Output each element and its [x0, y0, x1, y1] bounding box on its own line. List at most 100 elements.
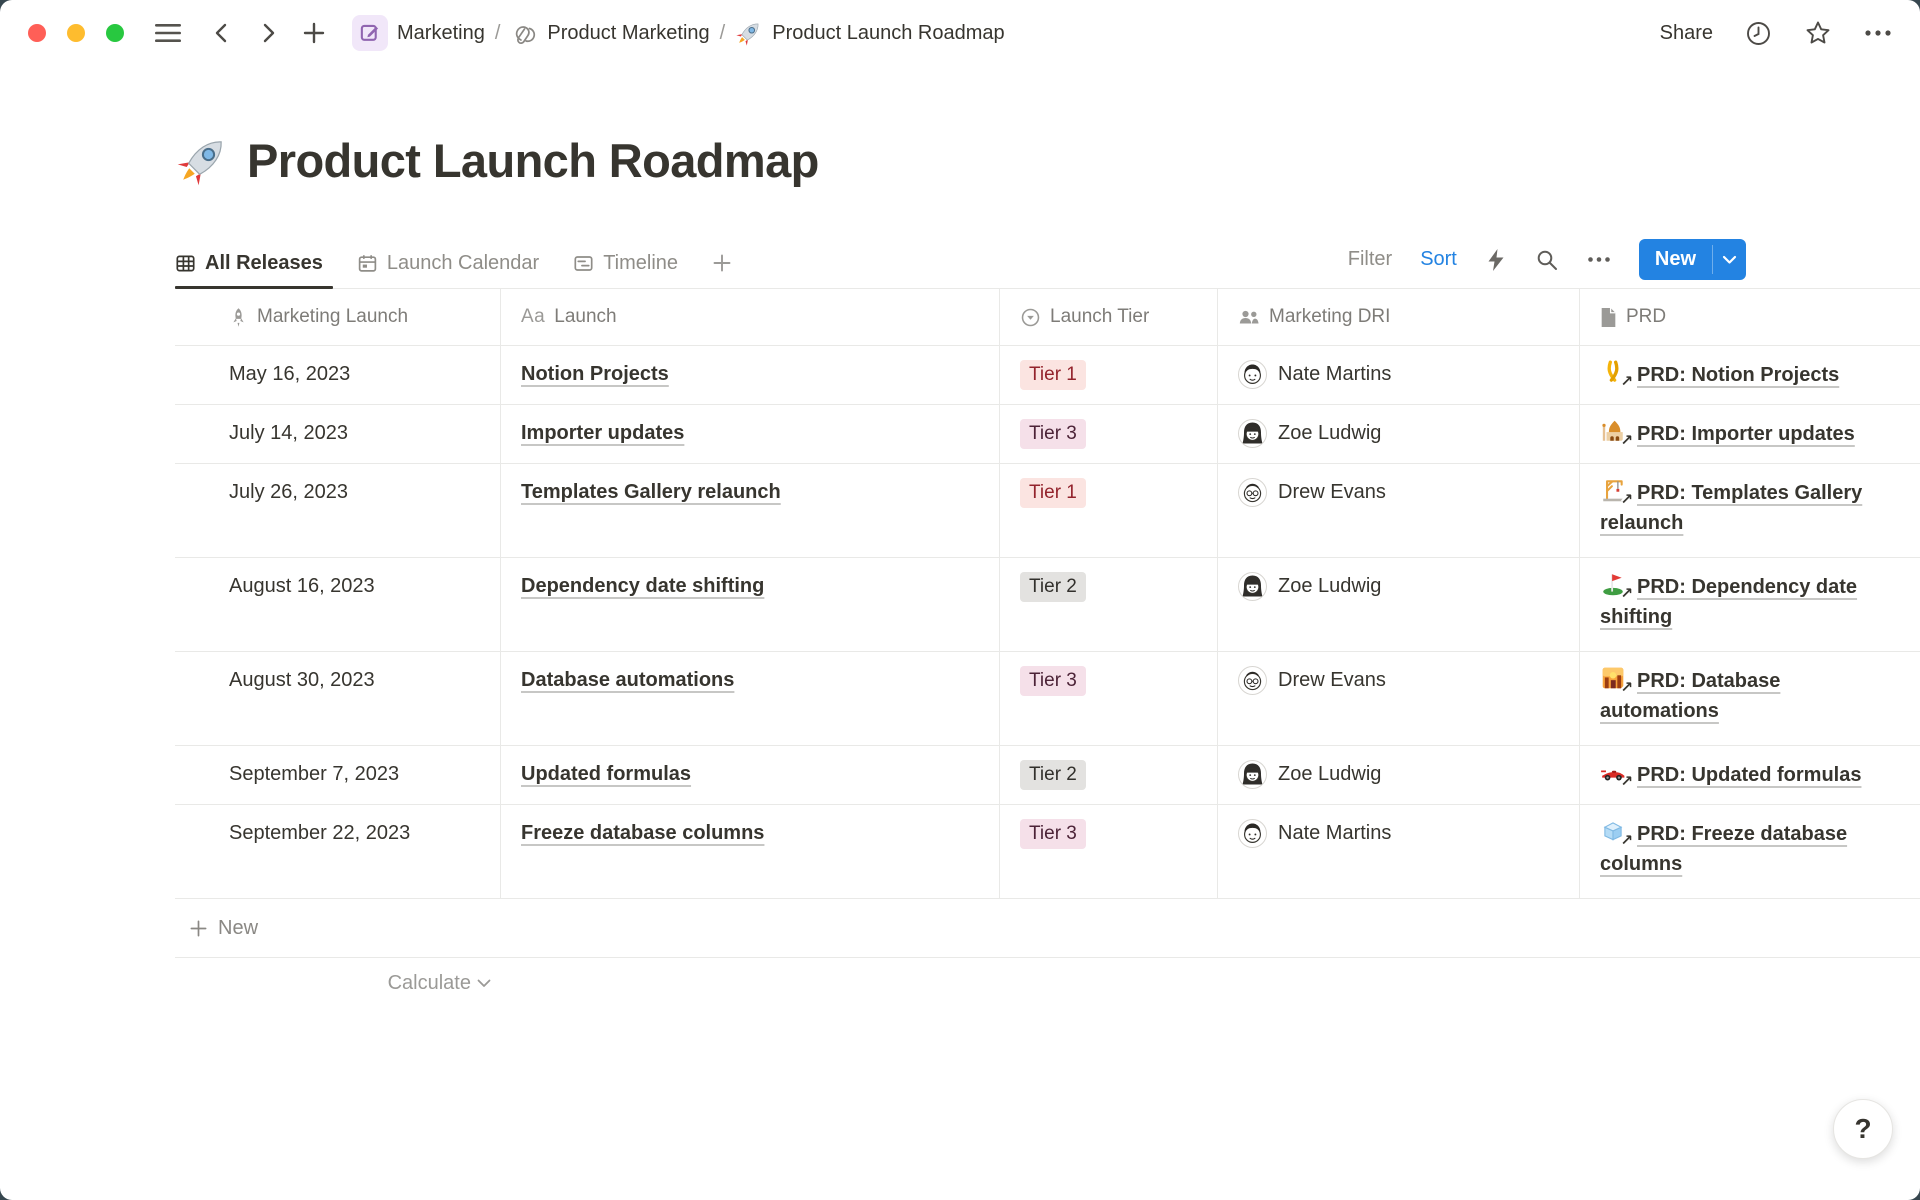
- filter-button[interactable]: Filter: [1348, 248, 1392, 271]
- launch-cell[interactable]: Freeze database columns: [501, 805, 1000, 899]
- zoom-window-button[interactable]: [106, 24, 124, 42]
- race-car-emoji-icon: ↗: [1600, 759, 1630, 785]
- marketing-dri-cell[interactable]: Nate Martins: [1218, 346, 1580, 405]
- launch-page-link[interactable]: Dependency date shifting: [521, 575, 764, 597]
- marketing-launch-cell[interactable]: July 26, 2023: [175, 464, 501, 558]
- launch-page-link[interactable]: Notion Projects: [521, 363, 669, 385]
- launch-page-link[interactable]: Importer updates: [521, 422, 684, 444]
- forward-button[interactable]: [250, 15, 286, 51]
- tab-all-releases[interactable]: All Releases: [175, 238, 329, 288]
- launch-page-link[interactable]: Updated formulas: [521, 763, 691, 785]
- help-button[interactable]: ?: [1833, 1099, 1893, 1159]
- more-options-icon[interactable]: [1864, 29, 1892, 37]
- prd-page-link[interactable]: PRD: Importer updates: [1637, 423, 1855, 445]
- share-button[interactable]: Share: [1660, 22, 1713, 45]
- launch-cell[interactable]: Importer updates: [501, 405, 1000, 464]
- rocket-emoji[interactable]: [175, 132, 231, 188]
- launch-tier-cell[interactable]: Tier 3: [1000, 805, 1218, 899]
- marketing-dri-cell[interactable]: Zoe Ludwig: [1218, 558, 1580, 652]
- breadcrumb-item-product-launch-roadmap[interactable]: Product Launch Roadmap: [729, 16, 1010, 50]
- launch-cell[interactable]: Dependency date shifting: [501, 558, 1000, 652]
- view-more-icon[interactable]: [1587, 256, 1611, 263]
- breadcrumb-item-marketing[interactable]: Marketing: [346, 12, 491, 54]
- launch-cell[interactable]: Updated formulas: [501, 746, 1000, 805]
- marketing-launch-cell[interactable]: September 22, 2023: [175, 805, 501, 899]
- rocket-property-icon: [229, 307, 248, 328]
- launch-page-link[interactable]: Templates Gallery relaunch: [521, 481, 781, 503]
- avatar: [1238, 666, 1267, 695]
- marketing-dri-cell[interactable]: Zoe Ludwig: [1218, 746, 1580, 805]
- launch-tier-cell[interactable]: Tier 1: [1000, 346, 1218, 405]
- breadcrumb: Marketing / Product Marketing /: [346, 12, 1011, 54]
- minimize-window-button[interactable]: [67, 24, 85, 42]
- launch-tier-cell[interactable]: Tier 2: [1000, 746, 1218, 805]
- launch-cell[interactable]: Database automations: [501, 652, 1000, 746]
- back-button[interactable]: [204, 15, 240, 51]
- column-header-launch-tier[interactable]: Launch Tier: [1000, 289, 1218, 346]
- prd-page-link[interactable]: PRD: Freeze database columns: [1600, 823, 1847, 875]
- table-row: August 16, 2023 Dependency date shifting…: [175, 558, 1920, 652]
- new-record-button[interactable]: New: [1639, 239, 1746, 280]
- sort-button[interactable]: Sort: [1420, 248, 1457, 271]
- prd-cell[interactable]: ↗ PRD: Notion Projects: [1580, 346, 1920, 405]
- marketing-dri-cell[interactable]: Zoe Ludwig: [1218, 405, 1580, 464]
- marketing-launch-cell[interactable]: July 14, 2023: [175, 405, 501, 464]
- updates-clock-icon[interactable]: [1745, 20, 1772, 47]
- launch-tier-cell[interactable]: Tier 3: [1000, 405, 1218, 464]
- prd-page-link[interactable]: PRD: Templates Gallery relaunch: [1600, 482, 1862, 534]
- chevron-down-icon: [477, 979, 491, 988]
- avatar: [1238, 419, 1267, 448]
- avatar: [1238, 572, 1267, 601]
- tab-timeline[interactable]: Timeline: [573, 238, 684, 288]
- page-title[interactable]: Product Launch Roadmap: [247, 133, 819, 188]
- sidebar-menu-icon[interactable]: [150, 15, 186, 51]
- launch-cell[interactable]: Notion Projects: [501, 346, 1000, 405]
- column-header-marketing-launch[interactable]: Marketing Launch: [175, 289, 501, 346]
- tier-tag: Tier 2: [1020, 760, 1086, 790]
- chevron-down-icon[interactable]: [1713, 239, 1746, 280]
- marketing-dri-cell[interactable]: Drew Evans: [1218, 652, 1580, 746]
- prd-cell[interactable]: ↗ PRD: Database automations: [1580, 652, 1920, 746]
- new-tab-button[interactable]: [296, 15, 332, 51]
- table-row: July 26, 2023 Templates Gallery relaunch…: [175, 464, 1920, 558]
- marketing-launch-cell[interactable]: September 7, 2023: [175, 746, 501, 805]
- dri-name: Drew Evans: [1278, 477, 1386, 507]
- prd-cell[interactable]: ↗ PRD: Freeze database columns: [1580, 805, 1920, 899]
- dri-name: Nate Martins: [1278, 359, 1391, 389]
- prd-cell[interactable]: ↗ PRD: Importer updates: [1580, 405, 1920, 464]
- column-header-marketing-dri[interactable]: Marketing DRI: [1218, 289, 1580, 346]
- column-header-launch[interactable]: Aa Launch: [501, 289, 1000, 346]
- prd-cell[interactable]: ↗ PRD: Templates Gallery relaunch: [1580, 464, 1920, 558]
- prd-cell[interactable]: ↗ PRD: Updated formulas: [1580, 746, 1920, 805]
- close-window-button[interactable]: [28, 24, 46, 42]
- column-header-prd[interactable]: PRD: [1580, 289, 1920, 346]
- marketing-launch-cell[interactable]: August 30, 2023: [175, 652, 501, 746]
- new-row-button[interactable]: New: [175, 899, 1920, 958]
- search-icon[interactable]: [1535, 248, 1559, 272]
- launch-cell[interactable]: Templates Gallery relaunch: [501, 464, 1000, 558]
- launch-tier-cell[interactable]: Tier 1: [1000, 464, 1218, 558]
- calculate-button[interactable]: Calculate: [175, 958, 501, 1008]
- marketing-dri-cell[interactable]: Nate Martins: [1218, 805, 1580, 899]
- launch-page-link[interactable]: Database automations: [521, 669, 734, 691]
- breadcrumb-item-product-marketing[interactable]: Product Marketing: [504, 16, 715, 50]
- prd-page-link[interactable]: PRD: Notion Projects: [1637, 364, 1839, 386]
- marketing-launch-cell[interactable]: August 16, 2023: [175, 558, 501, 652]
- launch-tier-cell[interactable]: Tier 3: [1000, 652, 1218, 746]
- marketing-dri-cell[interactable]: Drew Evans: [1218, 464, 1580, 558]
- prd-page-link[interactable]: PRD: Updated formulas: [1637, 764, 1861, 786]
- automations-bolt-icon[interactable]: [1485, 248, 1507, 272]
- notion-window: Marketing / Product Marketing /: [0, 0, 1920, 1200]
- prd-page-link[interactable]: PRD: Dependency date shifting: [1600, 576, 1857, 628]
- table-row: May 16, 2023 Notion Projects Tier 1 Nate…: [175, 346, 1920, 405]
- timeline-view-icon: [573, 253, 594, 274]
- tier-tag: Tier 3: [1020, 819, 1086, 849]
- link-arrow-icon: ↗: [1620, 586, 1633, 601]
- launch-page-link[interactable]: Freeze database columns: [521, 822, 764, 844]
- marketing-launch-cell[interactable]: May 16, 2023: [175, 346, 501, 405]
- add-view-button[interactable]: [712, 238, 738, 288]
- launch-tier-cell[interactable]: Tier 2: [1000, 558, 1218, 652]
- favorite-star-icon[interactable]: [1804, 19, 1832, 47]
- prd-cell[interactable]: ↗ PRD: Dependency date shifting: [1580, 558, 1920, 652]
- tab-launch-calendar[interactable]: Launch Calendar: [357, 238, 545, 288]
